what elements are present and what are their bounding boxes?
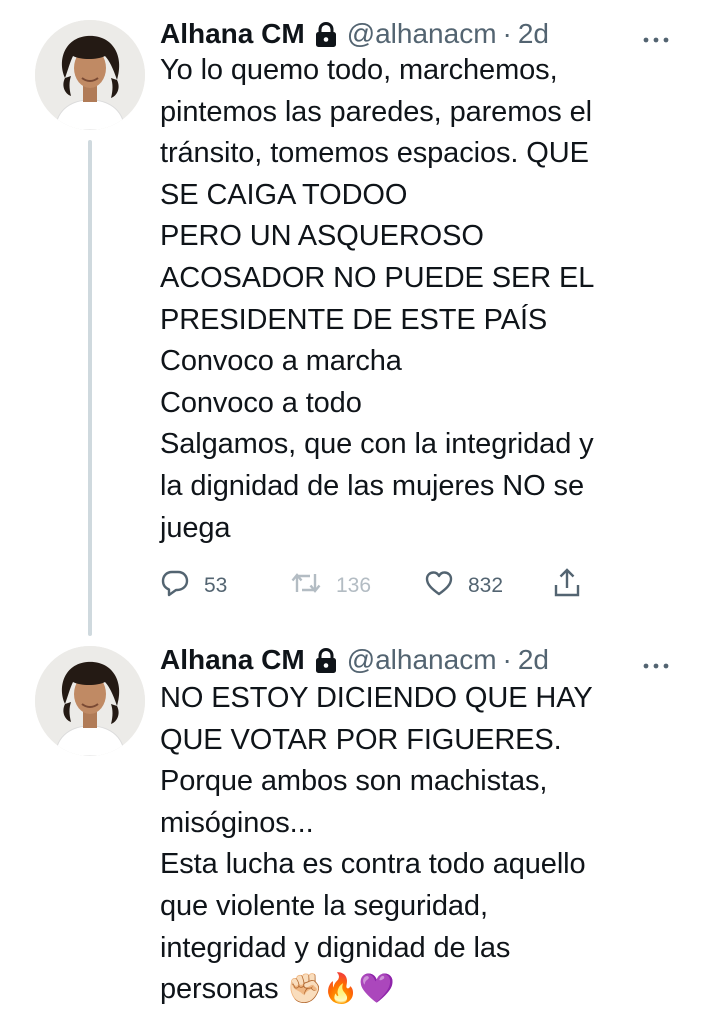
handle[interactable]: @alhanacm bbox=[347, 640, 497, 680]
share-button[interactable] bbox=[552, 568, 596, 604]
tweet[interactable]: Alhana CM @alhanacm · 2d NO ESTOY DICIEN… bbox=[0, 640, 708, 1024]
share-icon bbox=[552, 567, 596, 605]
handle[interactable]: @alhanacm bbox=[347, 14, 497, 54]
tweet-text: NO ESTOY DICIENDO QUE HAY QUE VOTAR POR … bbox=[160, 682, 593, 1006]
reply-count: 53 bbox=[204, 574, 228, 597]
timestamp[interactable]: 2d bbox=[518, 640, 549, 680]
more-options-icon[interactable] bbox=[642, 32, 670, 43]
retweet-button[interactable]: 136 bbox=[290, 568, 371, 604]
separator-dot: · bbox=[502, 18, 512, 49]
tweet-text: Yo lo quemo todo, marchemos, pintemos la… bbox=[160, 54, 595, 544]
like-button[interactable]: 832 bbox=[424, 568, 503, 604]
reply-icon bbox=[160, 568, 204, 604]
like-count: 832 bbox=[468, 574, 504, 597]
retweet-count: 136 bbox=[336, 574, 372, 597]
more-options-icon[interactable] bbox=[642, 658, 670, 669]
reply-button[interactable]: 53 bbox=[160, 568, 227, 604]
tweet-actions: 53 136 832 bbox=[160, 568, 590, 604]
tweet[interactable]: Alhana CM @alhanacm · 2d Yo lo quemo tod… bbox=[0, 0, 708, 640]
separator-dot: · bbox=[502, 644, 512, 675]
tweet-header: Alhana CM @alhanacm · 2d bbox=[160, 640, 549, 680]
display-name[interactable]: Alhana CM bbox=[160, 640, 305, 680]
avatar-image bbox=[35, 646, 145, 756]
thread-line bbox=[88, 140, 92, 636]
retweet-icon bbox=[290, 568, 336, 604]
avatar-image bbox=[35, 20, 145, 130]
tweet-header: Alhana CM @alhanacm · 2d bbox=[160, 14, 549, 54]
lock-icon bbox=[313, 646, 339, 674]
lock-icon bbox=[313, 20, 339, 48]
avatar[interactable] bbox=[35, 20, 145, 130]
timestamp[interactable]: 2d bbox=[518, 14, 549, 54]
avatar[interactable] bbox=[35, 646, 145, 756]
display-name[interactable]: Alhana CM bbox=[160, 14, 305, 54]
like-icon bbox=[424, 569, 468, 603]
